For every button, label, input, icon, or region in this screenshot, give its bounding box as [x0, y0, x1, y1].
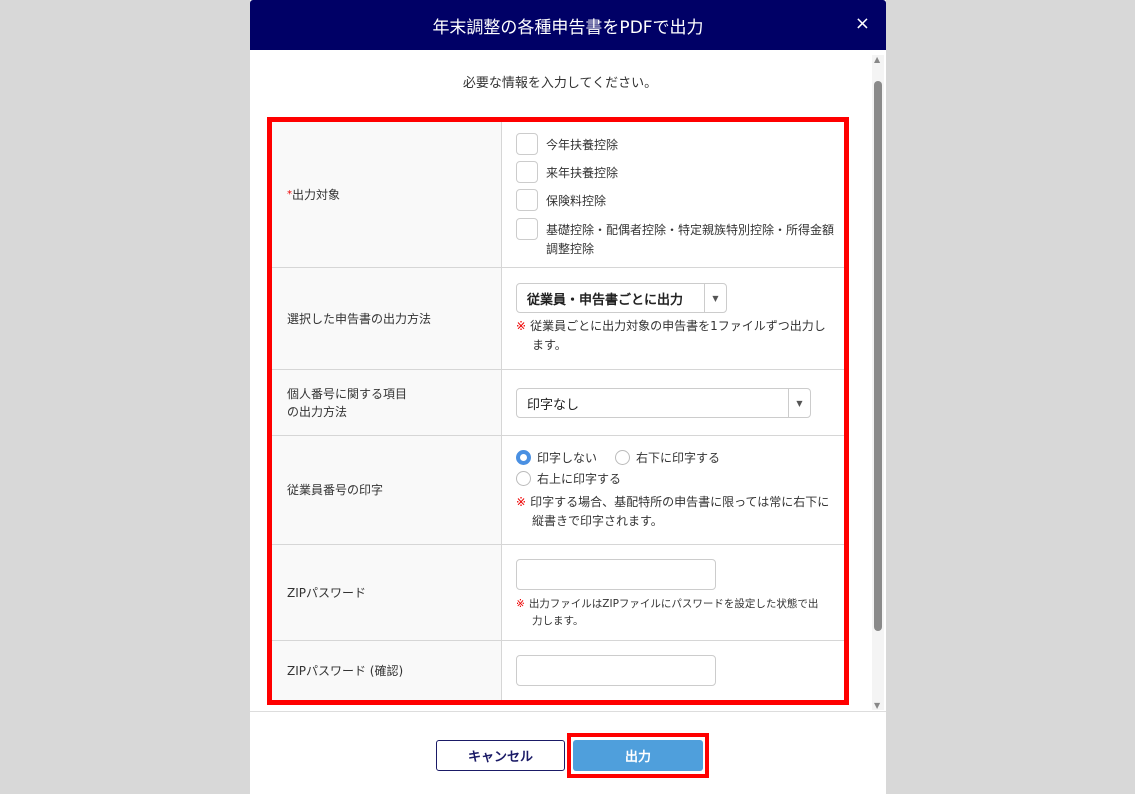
- scrollbar-thumb[interactable]: [874, 81, 882, 631]
- zip-password-note: 出力ファイルはZIPファイルにパスワードを設定した状態で出力します。: [528, 598, 819, 627]
- checkbox-basic-spouse[interactable]: 基礎控除・配偶者控除・特定親族特別控除・所得金額調整控除: [516, 217, 844, 259]
- radio-no-print[interactable]: 印字しない: [516, 449, 597, 466]
- export-pdf-dialog: 年末調整の各種申告書をPDFで出力 × 必要な情報を入力してください。 ▲ ▼ …: [250, 0, 886, 794]
- label-mynumber-line1: 個人番号に関する項目: [287, 386, 408, 401]
- radio-bottom-right[interactable]: 右下に印字する: [615, 449, 720, 466]
- row-output-method: 選択した申告書の出力方法 従業員・申告書ごとに出力 ▼ ※ 従業員ごとに出力対象の申…: [272, 268, 844, 370]
- zip-password-confirm-input[interactable]: [516, 655, 716, 686]
- zip-password-input[interactable]: [516, 559, 716, 590]
- label-employee-number: 従業員番号の印字: [272, 436, 502, 544]
- label-mynumber-line2: の出力方法: [287, 404, 348, 419]
- row-employee-number: 従業員番号の印字 印字しない 右下に印字する 右上に印字する ※ 印字する場合、基配…: [272, 436, 844, 545]
- label-output-method: 選択した申告書の出力方法: [272, 268, 502, 369]
- dialog-footer: [250, 711, 886, 712]
- cancel-button[interactable]: キャンセル: [436, 740, 565, 771]
- chevron-down-icon[interactable]: ▼: [704, 284, 726, 312]
- checkbox-this-year-dependents[interactable]: 今年扶養控除: [516, 133, 844, 155]
- output-button[interactable]: 出力: [573, 740, 703, 771]
- close-icon[interactable]: ×: [855, 13, 870, 34]
- label-output-target: 出力対象: [292, 187, 341, 202]
- chevron-down-icon[interactable]: ▼: [788, 389, 810, 417]
- mynumber-select[interactable]: 印字なし ▼: [516, 388, 811, 418]
- row-mynumber: 個人番号に関する項目 の出力方法 印字なし ▼: [272, 370, 844, 436]
- radio-top-right[interactable]: 右上に印字する: [516, 470, 621, 487]
- row-zip-password: ZIPパスワード ※ 出力ファイルはZIPファイルにパスワードを設定した状態で出力…: [272, 545, 844, 641]
- intro-text: 必要な情報を入力してください。: [462, 76, 658, 91]
- row-zip-password-confirm: ZIPパスワード (確認): [272, 641, 844, 700]
- label-zip-password: ZIPパスワード: [272, 545, 502, 640]
- dialog-header: 年末調整の各種申告書をPDFで出力 ×: [250, 0, 886, 50]
- output-method-note: 従業員ごとに出力対象の申告書を1ファイルずつ出力します。: [530, 319, 826, 353]
- dialog-title: 年末調整の各種申告書をPDFで出力: [432, 17, 704, 38]
- label-zip-password-confirm: ZIPパスワード (確認): [272, 641, 502, 700]
- scroll-down-icon[interactable]: ▼: [874, 701, 880, 710]
- row-output-target: * 出力対象 今年扶養控除 来年扶養控除 保険料控除 基礎控除・配偶者控除・特定親…: [272, 122, 844, 268]
- checkbox-insurance[interactable]: 保険料控除: [516, 189, 844, 212]
- employee-number-note: 印字する場合、基配特所の申告書に限っては常に右下に縦書きで印字されます。: [530, 495, 830, 529]
- scroll-up-icon[interactable]: ▲: [874, 55, 880, 64]
- checkbox-next-year-dependents[interactable]: 来年扶養控除: [516, 161, 844, 184]
- output-method-select[interactable]: 従業員・申告書ごとに出力 ▼: [516, 283, 727, 313]
- scrollbar[interactable]: ▲ ▼: [872, 55, 884, 710]
- form-table: * 出力対象 今年扶養控除 来年扶養控除 保険料控除 基礎控除・配偶者控除・特定親…: [267, 117, 849, 705]
